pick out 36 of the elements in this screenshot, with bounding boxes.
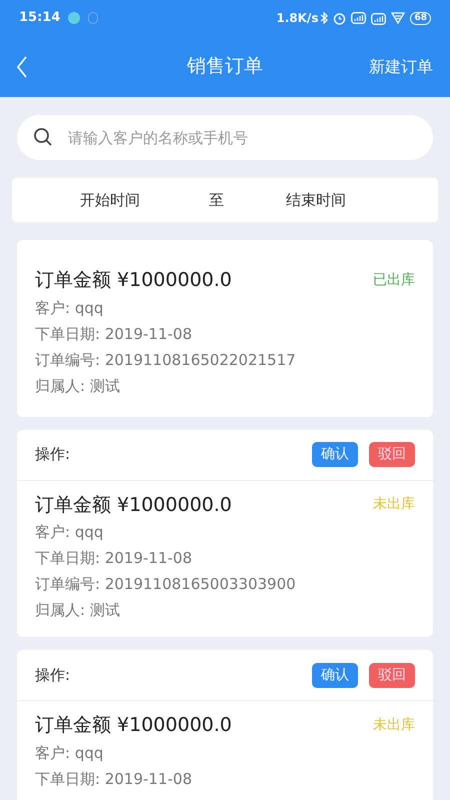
order-status: 未出库 bbox=[373, 716, 415, 735]
app-notification-icon bbox=[68, 12, 80, 24]
end-date-picker[interactable]: 结束时间 bbox=[286, 188, 346, 212]
status-time: 15:14 bbox=[19, 9, 60, 28]
order-amount: 订单金额 ¥1000000.0 bbox=[35, 713, 232, 738]
alarm-icon bbox=[333, 12, 346, 24]
network-speed: 1.8K/s bbox=[276, 10, 318, 27]
order-card[interactable]: 订单金额 ¥1000000.0 已出库 客户: qqq 下单日期: 2019-11-08 订单编号: 20191108165022021517 归属人: 测试 bbox=[17, 240, 433, 416]
back-icon bbox=[16, 56, 28, 78]
start-date-picker[interactable]: 开始时间 bbox=[80, 188, 140, 212]
actions-label: 操作: bbox=[35, 664, 72, 686]
signal-icon bbox=[351, 12, 366, 24]
notification-outline-icon bbox=[88, 12, 98, 24]
actions-label: 操作: bbox=[35, 444, 72, 466]
search-field[interactable]: 请输入客户的名称或手机号 bbox=[17, 115, 433, 160]
order-detail: 下单日期: 2019-11-08 bbox=[35, 768, 193, 790]
order-detail: 归属人: 测试 bbox=[35, 600, 121, 621]
order-detail: 归属人: 测试 bbox=[35, 376, 121, 396]
order-detail: 订单编号: 20191108165003303900 bbox=[35, 574, 297, 595]
date-separator: 至 bbox=[209, 190, 224, 211]
order-detail: 客户: qqq bbox=[35, 522, 104, 543]
order-detail: 下单日期: 2019-11-08 bbox=[35, 324, 193, 344]
search-icon bbox=[33, 127, 53, 147]
order-status: 未出库 bbox=[373, 495, 415, 514]
order-amount: 订单金额 ¥1000000.0 bbox=[35, 268, 232, 293]
order-detail: 客户: qqq bbox=[35, 742, 104, 764]
order-detail: 下单日期: 2019-11-08 bbox=[35, 548, 193, 569]
signal-icon bbox=[371, 12, 386, 24]
order-detail: 订单编号: 20191108165022021517 bbox=[35, 350, 297, 370]
battery-level: 68 bbox=[410, 12, 431, 24]
bluetooth-icon bbox=[320, 12, 328, 24]
page-title: 销售订单 bbox=[187, 54, 263, 80]
order-detail: 客户: qqq bbox=[35, 298, 104, 318]
order-status: 已出库 bbox=[373, 270, 415, 290]
wifi-icon bbox=[391, 12, 406, 24]
order-amount: 订单金额 ¥1000000.0 bbox=[35, 492, 232, 518]
